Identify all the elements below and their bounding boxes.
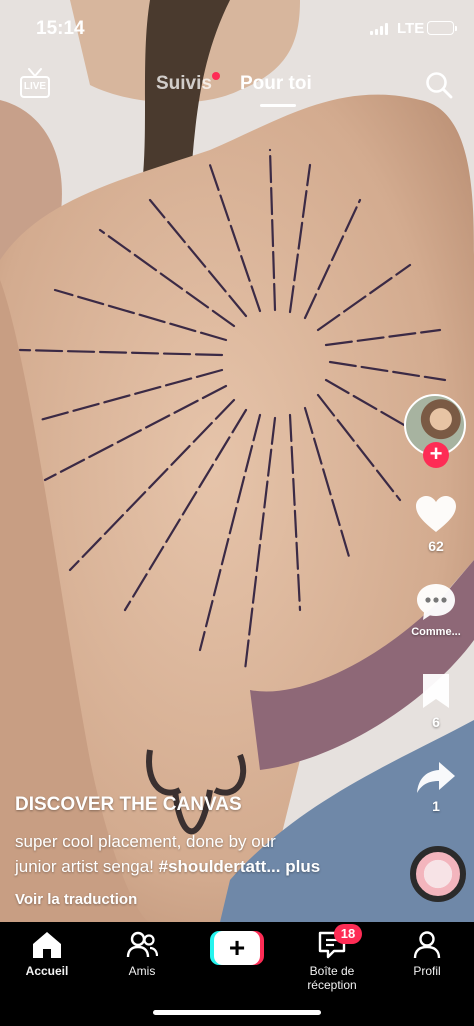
- nav-profile[interactable]: Profil: [382, 930, 472, 978]
- creator-username[interactable]: DISCOVER THE CANVAS: [15, 794, 395, 816]
- create-plus-icon: +: [214, 931, 260, 965]
- video-frame[interactable]: [0, 0, 474, 922]
- caption-line-1: super cool placement, done by our: [15, 832, 276, 851]
- heart-icon: [416, 496, 456, 532]
- profile-icon: [413, 931, 441, 959]
- create-button[interactable]: +: [210, 931, 264, 965]
- comment-count: Comme...: [411, 626, 461, 638]
- share-count: 1: [432, 798, 440, 814]
- home-indicator: [153, 1010, 321, 1015]
- comment-icon: [417, 584, 455, 620]
- battery-icon: [427, 21, 457, 35]
- follow-plus-icon[interactable]: +: [423, 442, 449, 468]
- nav-home-label: Accueil: [25, 964, 69, 978]
- caption-text[interactable]: super cool placement, done by our junior…: [15, 829, 395, 879]
- status-time: 15:14: [36, 18, 85, 39]
- status-bar: 15:14 LTE: [0, 0, 474, 56]
- tab-suivis[interactable]: Suivis: [156, 73, 212, 95]
- nav-friends-label: Amis: [128, 964, 156, 978]
- active-tab-indicator: [260, 104, 296, 107]
- nav-home[interactable]: Accueil: [2, 930, 92, 978]
- share-arrow-icon: [417, 762, 455, 793]
- network-type: LTE: [397, 20, 425, 37]
- nav-profile-label: Profil: [413, 964, 441, 978]
- like-count: 62: [428, 538, 444, 554]
- like-button[interactable]: 62: [404, 494, 468, 554]
- video-illustration: [0, 0, 474, 922]
- save-count: 6: [432, 714, 440, 730]
- caption-more[interactable]: ... plus: [266, 857, 320, 876]
- search-icon[interactable]: [424, 70, 454, 100]
- share-button[interactable]: 1: [404, 760, 468, 814]
- nav-friends[interactable]: Amis: [97, 930, 187, 978]
- music-disc-icon[interactable]: [410, 846, 466, 902]
- nav-inbox[interactable]: Boîte de réception: [286, 930, 378, 992]
- caption-line-2: junior artist senga!: [15, 857, 159, 876]
- comment-button[interactable]: Comme...: [404, 582, 468, 638]
- home-icon: [33, 932, 61, 958]
- see-translation-link[interactable]: Voir la traduction: [15, 891, 395, 908]
- inbox-badge: 18: [334, 924, 362, 944]
- bookmark-icon: [423, 674, 449, 708]
- caption-hashtag[interactable]: #shouldertatt: [159, 857, 267, 876]
- new-content-dot: [212, 72, 220, 80]
- nav-inbox-label: Boîte de réception: [307, 964, 357, 992]
- tab-pour-toi[interactable]: Pour toi: [240, 73, 312, 95]
- video-caption: DISCOVER THE CANVAS super cool placement…: [15, 794, 395, 908]
- friends-icon: [126, 931, 158, 958]
- signal-icon: [370, 23, 388, 35]
- feed-tabs: Suivis Pour toi: [0, 72, 474, 112]
- save-button[interactable]: 6: [404, 672, 468, 730]
